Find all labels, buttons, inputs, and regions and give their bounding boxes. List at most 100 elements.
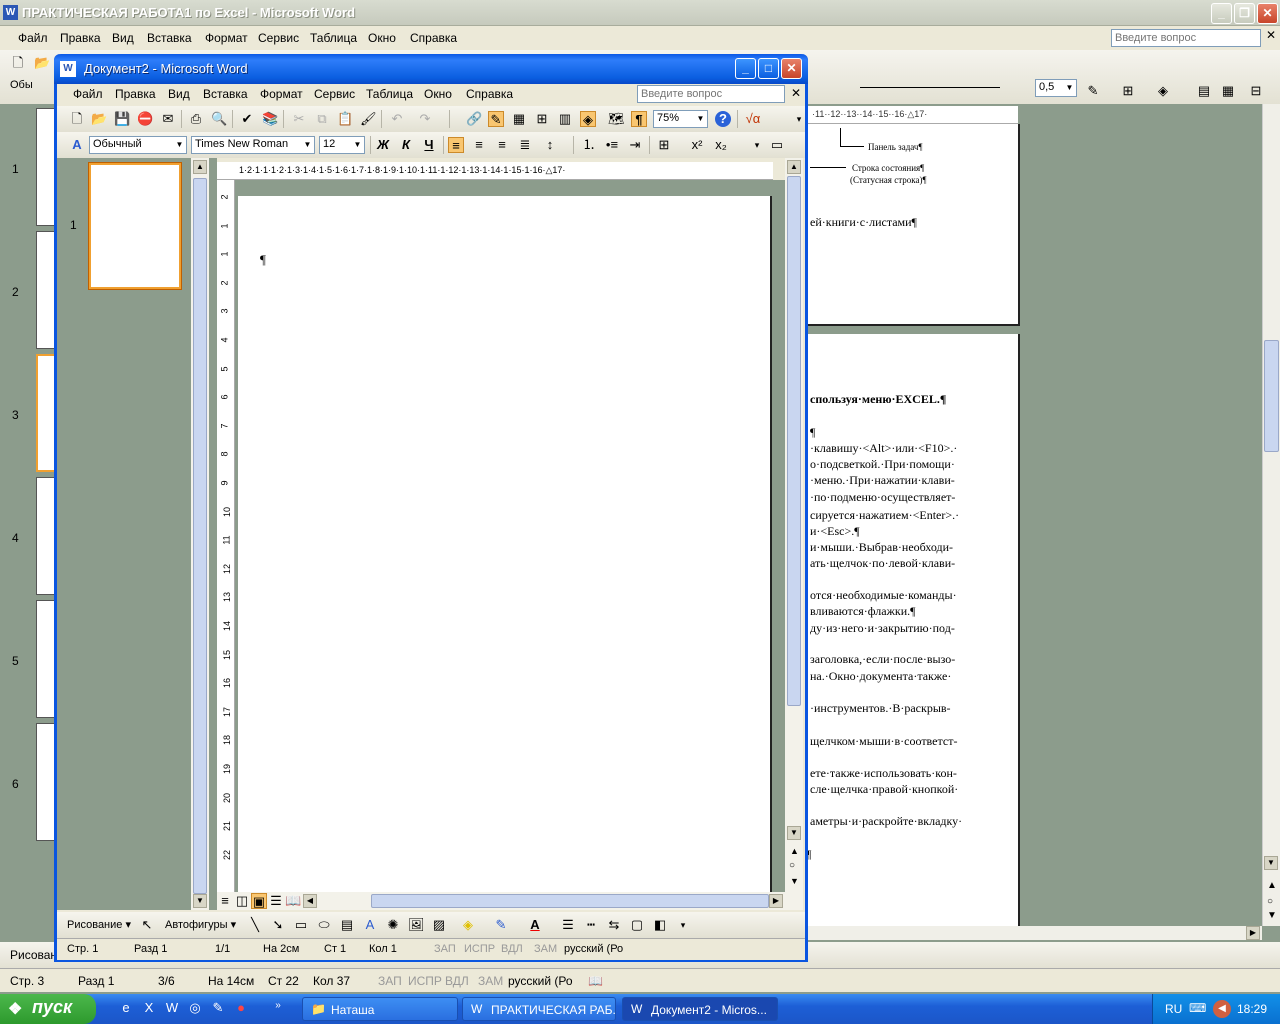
insert-excel-icon[interactable]: ⊞: [534, 111, 550, 127]
cut-icon[interactable]: ✂: [291, 111, 307, 127]
status-track[interactable]: ИСПР: [408, 974, 442, 988]
browse-object-icon[interactable]: ○: [1267, 896, 1273, 907]
align-left-icon[interactable]: ≡: [448, 137, 464, 153]
scroll-down-arrow[interactable]: ▼: [1264, 856, 1278, 870]
clipart-icon[interactable]: 🖼: [408, 917, 425, 933]
spelling-icon[interactable]: ✔: [239, 111, 255, 127]
reading-view-icon[interactable]: 📖: [285, 893, 301, 909]
justify-icon[interactable]: ≣: [517, 137, 533, 153]
page-thumbnail[interactable]: [36, 477, 56, 595]
drawing-menu-button[interactable]: Рисование ▾: [67, 918, 131, 931]
close-document-icon[interactable]: ✕: [791, 86, 801, 100]
back-menu-edit[interactable]: Правка: [60, 31, 101, 45]
next-page-icon[interactable]: ▼: [790, 876, 799, 886]
back-menu-format[interactable]: Формат: [205, 31, 248, 45]
document-map-icon[interactable]: 🗺: [608, 111, 625, 127]
menu-insert[interactable]: Вставка: [203, 87, 248, 101]
back-horizontal-ruler[interactable]: ·11··12··13··14··15··16·△17·: [806, 106, 1018, 124]
shadow-icon[interactable]: ▢: [629, 917, 645, 933]
hyperlink-icon[interactable]: 🔗: [466, 111, 482, 127]
next-page-icon[interactable]: ▼: [1267, 910, 1277, 921]
numbering-icon[interactable]: ⒈: [581, 137, 597, 153]
scroll-left-arrow[interactable]: ◀: [303, 894, 317, 908]
align-right-icon[interactable]: ≡: [494, 137, 510, 153]
open-folder-icon[interactable]: 📂: [34, 55, 50, 71]
status-track[interactable]: ИСПР: [464, 943, 495, 955]
border-icon[interactable]: ⊞: [1120, 83, 1136, 99]
prev-page-icon[interactable]: ▲: [1267, 880, 1277, 891]
outline-view-icon[interactable]: ☰: [268, 893, 284, 909]
toolbar-options-icon[interactable]: ▾: [675, 917, 691, 933]
task-practical-work[interactable]: W ПРАКТИЧЕСКАЯ РАБ...: [462, 997, 616, 1021]
back-restore-button[interactable]: ❐: [1234, 3, 1255, 24]
document-page[interactable]: ¶: [238, 196, 772, 896]
menu-window[interactable]: Окно: [424, 87, 452, 101]
format-painter-icon[interactable]: 🖌: [360, 111, 377, 127]
align-center-icon[interactable]: ≡: [471, 137, 487, 153]
paste-icon[interactable]: 📋: [337, 111, 353, 127]
menu-table[interactable]: Таблица: [366, 87, 413, 101]
spellcheck-book-icon[interactable]: 📖: [588, 974, 603, 988]
back-horizontal-scrollbar[interactable]: ▶: [806, 926, 1262, 940]
line-tool-icon[interactable]: ╲: [247, 917, 263, 933]
back-close-doc-icon[interactable]: ✕: [1266, 28, 1276, 42]
fill-color-icon[interactable]: ◈: [1155, 83, 1171, 99]
page-thumbnail[interactable]: [36, 231, 56, 349]
horizontal-scroll-thumb[interactable]: [371, 894, 769, 908]
font-size-combo[interactable]: 12 ▼: [319, 136, 365, 154]
columns-icon[interactable]: ▥: [557, 111, 573, 127]
merge-icon[interactable]: ⊟: [1248, 83, 1264, 99]
font-combo[interactable]: Times New Roman ▼: [191, 136, 315, 154]
keyboard-icon[interactable]: ⌨: [1189, 1001, 1206, 1015]
back-menu-window[interactable]: Окно: [368, 31, 396, 45]
scroll-up-arrow[interactable]: ▲: [787, 160, 801, 174]
back-window-titlebar[interactable]: W ПРАКТИЧЕСКАЯ РАБОТА1 по Excel - Micros…: [0, 0, 1280, 26]
permission-icon[interactable]: ⛔: [137, 111, 153, 127]
back-menu-insert[interactable]: Вставка: [147, 31, 192, 45]
back-style-combo[interactable]: Обы: [10, 79, 33, 91]
extra-icon[interactable]: ▭: [769, 137, 785, 153]
ie-icon[interactable]: e: [118, 1000, 134, 1016]
arrow-style-icon[interactable]: ⇆: [606, 917, 622, 933]
app-icon[interactable]: ◎: [187, 1000, 203, 1016]
status-ext[interactable]: ВДЛ: [501, 943, 523, 955]
status-rec[interactable]: ЗАП: [378, 974, 402, 988]
menu-help[interactable]: Справка: [466, 87, 513, 101]
menu-file[interactable]: Файл: [73, 87, 103, 101]
tool-icon[interactable]: ✎: [210, 1000, 226, 1016]
front-maximize-button[interactable]: □: [758, 58, 779, 79]
menu-view[interactable]: Вид: [168, 87, 190, 101]
media-icon[interactable]: ●: [233, 1000, 249, 1016]
start-button[interactable]: ❖ пуск: [0, 994, 96, 1024]
show-hide-paragraph-icon[interactable]: ¶: [631, 111, 647, 127]
textbox-icon[interactable]: ▤: [339, 917, 355, 933]
back-menu-tools[interactable]: Сервис: [258, 31, 299, 45]
thumbnails-scrollbar[interactable]: ▲ ▼: [191, 158, 209, 910]
back-close-button[interactable]: ✕: [1257, 3, 1278, 24]
email-icon[interactable]: ✉: [160, 111, 176, 127]
select-browse-object-icon[interactable]: ○: [789, 860, 795, 871]
fill-color-icon[interactable]: ◈: [460, 917, 476, 933]
back-menu-table[interactable]: Таблица: [310, 31, 357, 45]
word-quicklaunch-icon[interactable]: W: [164, 1000, 180, 1016]
front-window-titlebar[interactable]: W Документ2 - Microsoft Word _ □ ✕: [54, 54, 808, 84]
oval-tool-icon[interactable]: ⬭: [316, 917, 332, 933]
menu-format[interactable]: Формат: [260, 87, 303, 101]
table-grid-icon[interactable]: ▦: [1220, 83, 1236, 99]
insert-picture-icon[interactable]: ▨: [431, 917, 447, 933]
bullets-icon[interactable]: •≡: [604, 137, 620, 153]
print-preview-icon[interactable]: 🔍: [211, 111, 227, 127]
back-drawing-menu[interactable]: Рисован: [10, 948, 57, 962]
diagram-icon[interactable]: ✺: [385, 917, 401, 933]
back-menu-view[interactable]: Вид: [112, 31, 134, 45]
scroll-right-arrow[interactable]: ▶: [1246, 926, 1260, 940]
underline-button[interactable]: Ч: [421, 137, 437, 153]
font-color-icon[interactable]: A: [527, 917, 543, 933]
back-scroll-thumb[interactable]: [1264, 340, 1279, 452]
select-objects-icon[interactable]: ↖: [139, 917, 155, 933]
drawing-toggle-icon[interactable]: ◈: [580, 111, 596, 127]
excel-icon[interactable]: X: [141, 1000, 157, 1016]
line-spacing-icon[interactable]: ↕: [542, 137, 558, 153]
styles-pane-icon[interactable]: A: [69, 137, 85, 153]
indent-icon[interactable]: ⇥: [627, 137, 643, 153]
